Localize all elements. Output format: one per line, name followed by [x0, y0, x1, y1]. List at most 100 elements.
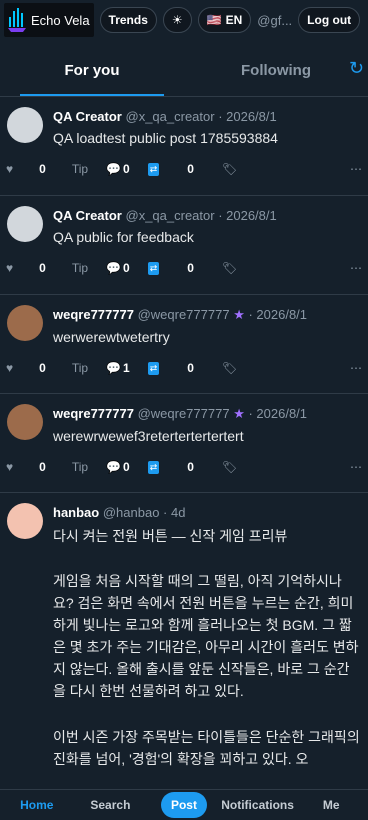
verified-star-icon: ★ — [233, 307, 245, 322]
post-text: QA public for feedback — [53, 229, 194, 245]
repost-count: 0 — [187, 162, 194, 176]
theme-toggle-button[interactable]: ☀ — [162, 7, 192, 33]
avatar[interactable] — [7, 503, 43, 539]
avatar[interactable] — [7, 404, 43, 440]
post-actions: ♥ 0 Tip 💬 0 ⇄ 0 🏷 ⋯ — [0, 452, 368, 482]
like-count: 0 — [39, 361, 46, 375]
comment-count: 0 — [123, 162, 130, 176]
post-item[interactable]: hanbao @hanbao · 4d 다시 켜는 전원 버튼 — 신작 게임 … — [0, 493, 368, 795]
repost-icon[interactable]: ⇄ — [147, 261, 160, 275]
like-count: 0 — [39, 162, 46, 176]
heart-icon[interactable]: ♥ — [6, 162, 13, 176]
heart-icon[interactable]: ♥ — [6, 361, 13, 375]
post-item[interactable]: weqre777777 @weqre777777 ★ · 2026/8/1 we… — [0, 394, 368, 493]
post-author-name[interactable]: weqre777777 — [53, 307, 134, 322]
comment-count: 0 — [123, 261, 130, 275]
nav-notifications[interactable]: Notifications — [221, 798, 295, 812]
post-author-handle: @weqre777777 — [137, 406, 230, 421]
avatar[interactable] — [7, 305, 43, 341]
tab-following[interactable]: Following — [184, 44, 368, 96]
post-title: 다시 켜는 전원 버튼 — 신작 게임 프리뷰 — [53, 528, 288, 544]
comment-icon[interactable]: 💬 — [106, 261, 121, 275]
comment-count: 1 — [123, 361, 130, 375]
logout-button[interactable]: Log out — [298, 7, 361, 33]
brand-logo[interactable]: Echo Vela — [4, 3, 94, 37]
feed: QA Creator @x_qa_creator · 2026/8/1 QA l… — [0, 97, 368, 795]
comment-icon[interactable]: 💬 — [106, 460, 121, 474]
nav-search[interactable]: Search — [74, 798, 148, 812]
post-actions: ♥ 0 Tip 💬 0 ⇄ 0 🏷 ⋯ — [0, 154, 368, 184]
heart-icon[interactable]: ♥ — [6, 261, 13, 275]
comment-count: 0 — [123, 460, 130, 474]
comment-icon[interactable]: 💬 — [106, 162, 121, 176]
post-author-name[interactable]: QA Creator — [53, 109, 122, 124]
soundwave-logo-icon — [8, 8, 26, 32]
bookmark-icon[interactable]: 🏷 — [222, 361, 237, 375]
top-bar: Echo Vela Trends ☀ 🇺🇸 EN @gf... Log out — [0, 0, 368, 40]
bookmark-icon[interactable]: 🏷 — [222, 261, 237, 275]
post-date: 2026/8/1 — [256, 406, 308, 421]
verified-star-icon: ★ — [233, 406, 245, 421]
post-author-handle: @x_qa_creator — [125, 109, 215, 124]
tip-button[interactable]: Tip — [72, 162, 88, 176]
repost-icon[interactable]: ⇄ — [147, 361, 160, 375]
repost-icon[interactable]: ⇄ — [147, 162, 160, 176]
nav-home[interactable]: Home — [0, 798, 74, 812]
post-author-handle: @hanbao — [102, 505, 160, 520]
more-options-icon[interactable]: ⋯ — [350, 361, 362, 375]
like-count: 0 — [39, 261, 46, 275]
post-date: 2026/8/1 — [256, 307, 308, 322]
repost-count: 0 — [187, 361, 194, 375]
bottom-navigation: Home Search Post Notifications Me — [0, 789, 368, 820]
repost-count: 0 — [187, 460, 194, 474]
avatar[interactable] — [7, 107, 43, 143]
post-text: werewrwewef3retertertertertert — [53, 428, 244, 444]
more-options-icon[interactable]: ⋯ — [350, 261, 362, 275]
nav-post[interactable]: Post — [147, 792, 221, 818]
post-text: werwerewtwetertry — [53, 329, 170, 345]
tip-button[interactable]: Tip — [72, 261, 88, 275]
tab-for-you[interactable]: For you — [0, 44, 184, 96]
like-count: 0 — [39, 460, 46, 474]
avatar[interactable] — [7, 206, 43, 242]
language-button[interactable]: 🇺🇸 EN — [197, 7, 252, 33]
post-item[interactable]: weqre777777 @weqre777777 ★ · 2026/8/1 we… — [0, 295, 368, 394]
refresh-icon[interactable]: ↻ — [349, 58, 364, 79]
more-options-icon[interactable]: ⋯ — [350, 162, 362, 176]
post-button[interactable]: Post — [160, 792, 207, 818]
post-author-handle: @weqre777777 — [137, 307, 230, 322]
post-date: 4d — [171, 505, 186, 520]
brand-name: Echo Vela — [31, 12, 90, 28]
post-actions: ♥ 0 Tip 💬 1 ⇄ 0 🏷 ⋯ — [0, 353, 368, 383]
post-paragraph: 게임을 처음 시작할 때의 그 떨림, 아직 기억하시나요? 검은 화면 속에서… — [53, 573, 359, 699]
logout-label: Log out — [307, 13, 352, 27]
post-author-handle: @x_qa_creator — [125, 208, 215, 223]
post-author-name[interactable]: QA Creator — [53, 208, 122, 223]
user-handle[interactable]: @gf... — [257, 13, 292, 28]
post-actions: ♥ 0 Tip 💬 0 ⇄ 0 🏷 ⋯ — [0, 253, 368, 283]
post-item[interactable]: QA Creator @x_qa_creator · 2026/8/1 QA l… — [0, 97, 368, 196]
nav-me[interactable]: Me — [294, 798, 368, 812]
us-flag-icon: 🇺🇸 — [206, 13, 222, 27]
post-author-name[interactable]: hanbao — [53, 505, 99, 520]
trends-button[interactable]: Trends — [99, 7, 157, 33]
comment-icon[interactable]: 💬 — [106, 361, 121, 375]
post-text: QA loadtest public post 1785593884 — [53, 130, 278, 146]
more-options-icon[interactable]: ⋯ — [350, 460, 362, 474]
bookmark-icon[interactable]: 🏷 — [222, 460, 237, 474]
post-item[interactable]: QA Creator @x_qa_creator · 2026/8/1 QA p… — [0, 196, 368, 295]
repost-icon[interactable]: ⇄ — [147, 460, 160, 474]
trends-label: Trends — [108, 13, 148, 27]
post-date: 2026/8/1 — [226, 109, 277, 124]
bookmark-icon[interactable]: 🏷 — [222, 162, 237, 176]
tip-button[interactable]: Tip — [72, 460, 88, 474]
post-paragraph: 이번 시즌 가장 주목받는 타이틀들은 단순한 그래픽의 진화를 넘어, '경험… — [53, 729, 360, 767]
tip-button[interactable]: Tip — [72, 361, 88, 375]
repost-count: 0 — [187, 261, 194, 275]
post-author-name[interactable]: weqre777777 — [53, 406, 134, 421]
feed-tabs: For you Following ↻ — [0, 44, 368, 97]
language-label: EN — [225, 13, 243, 27]
post-date: 2026/8/1 — [226, 208, 277, 223]
heart-icon[interactable]: ♥ — [6, 460, 13, 474]
sun-icon: ☀ — [171, 13, 183, 27]
